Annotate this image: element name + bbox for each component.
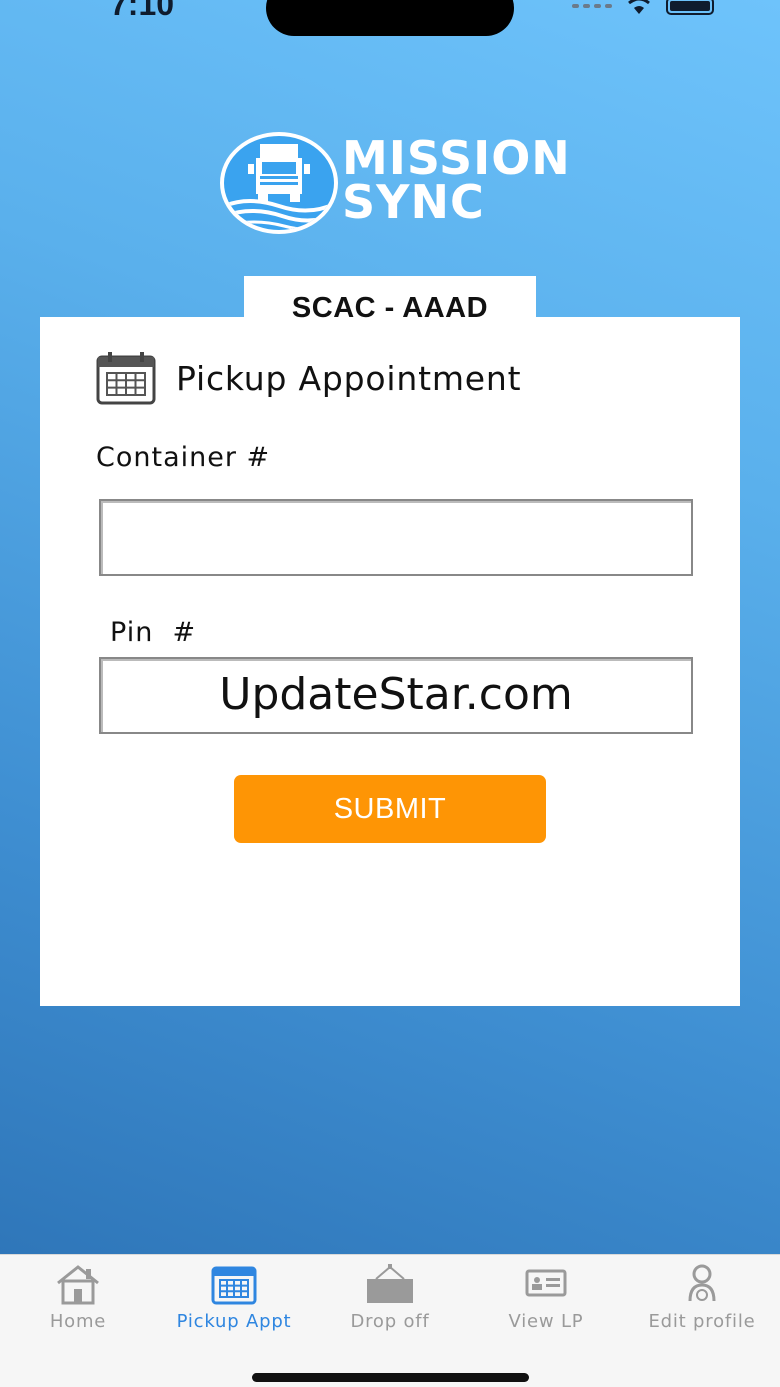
tab-edit-profile[interactable]: Edit profile <box>624 1263 780 1332</box>
profile-icon <box>688 1264 716 1302</box>
tab-home-label: Home <box>49 1311 107 1332</box>
wifi-icon <box>628 0 650 14</box>
status-icons <box>572 0 714 16</box>
submit-button[interactable]: SUBMIT <box>234 775 546 843</box>
license-plate-icon <box>525 1269 567 1297</box>
calendar-icon <box>96 352 156 405</box>
status-time: 7:10 <box>110 0 175 22</box>
dynamic-island <box>266 0 514 36</box>
tab-view-lp[interactable]: View LP <box>468 1263 624 1332</box>
home-icon <box>57 1265 99 1305</box>
calendar-icon <box>211 1266 257 1305</box>
card-title: Pickup Appointment <box>176 358 522 398</box>
pin-input[interactable]: UpdateStar.com <box>99 657 693 734</box>
logo-line-2: SYNC <box>342 175 485 229</box>
pickup-appointment-card: Pickup Appointment Container # Pin # Upd… <box>40 317 740 1006</box>
home-indicator[interactable] <box>252 1373 529 1382</box>
mission-sync-logo: MISSION SYNC <box>220 132 570 236</box>
truck-logo-icon <box>220 132 338 234</box>
container-number-input[interactable] <box>99 499 693 576</box>
tab-view-lp-label: View LP <box>508 1311 584 1332</box>
tab-pickup-appt[interactable]: Pickup Appt <box>156 1263 312 1332</box>
status-bar: 7:10 <box>0 0 780 40</box>
container-number-label: Container # <box>96 442 271 473</box>
pin-label: Pin # <box>110 617 197 648</box>
bottom-tab-bar: Home Pickup Appt Drop off View LP Edit p… <box>0 1254 780 1387</box>
tab-edit-profile-label: Edit profile <box>648 1311 756 1332</box>
tab-drop-off[interactable]: Drop off <box>312 1263 468 1332</box>
tab-home[interactable]: Home <box>0 1263 156 1332</box>
card-header: Pickup Appointment <box>96 351 521 405</box>
cellular-signal-icon <box>572 4 612 8</box>
logo-text: MISSION SYNC <box>342 131 571 229</box>
scac-label: SCAC - AAAD <box>244 276 536 328</box>
tab-pickup-appt-label: Pickup Appt <box>176 1311 292 1332</box>
container-drop-icon <box>367 1264 413 1303</box>
battery-icon <box>666 0 714 15</box>
tab-drop-off-label: Drop off <box>350 1311 430 1332</box>
logo-line-1: MISSION <box>342 131 571 185</box>
